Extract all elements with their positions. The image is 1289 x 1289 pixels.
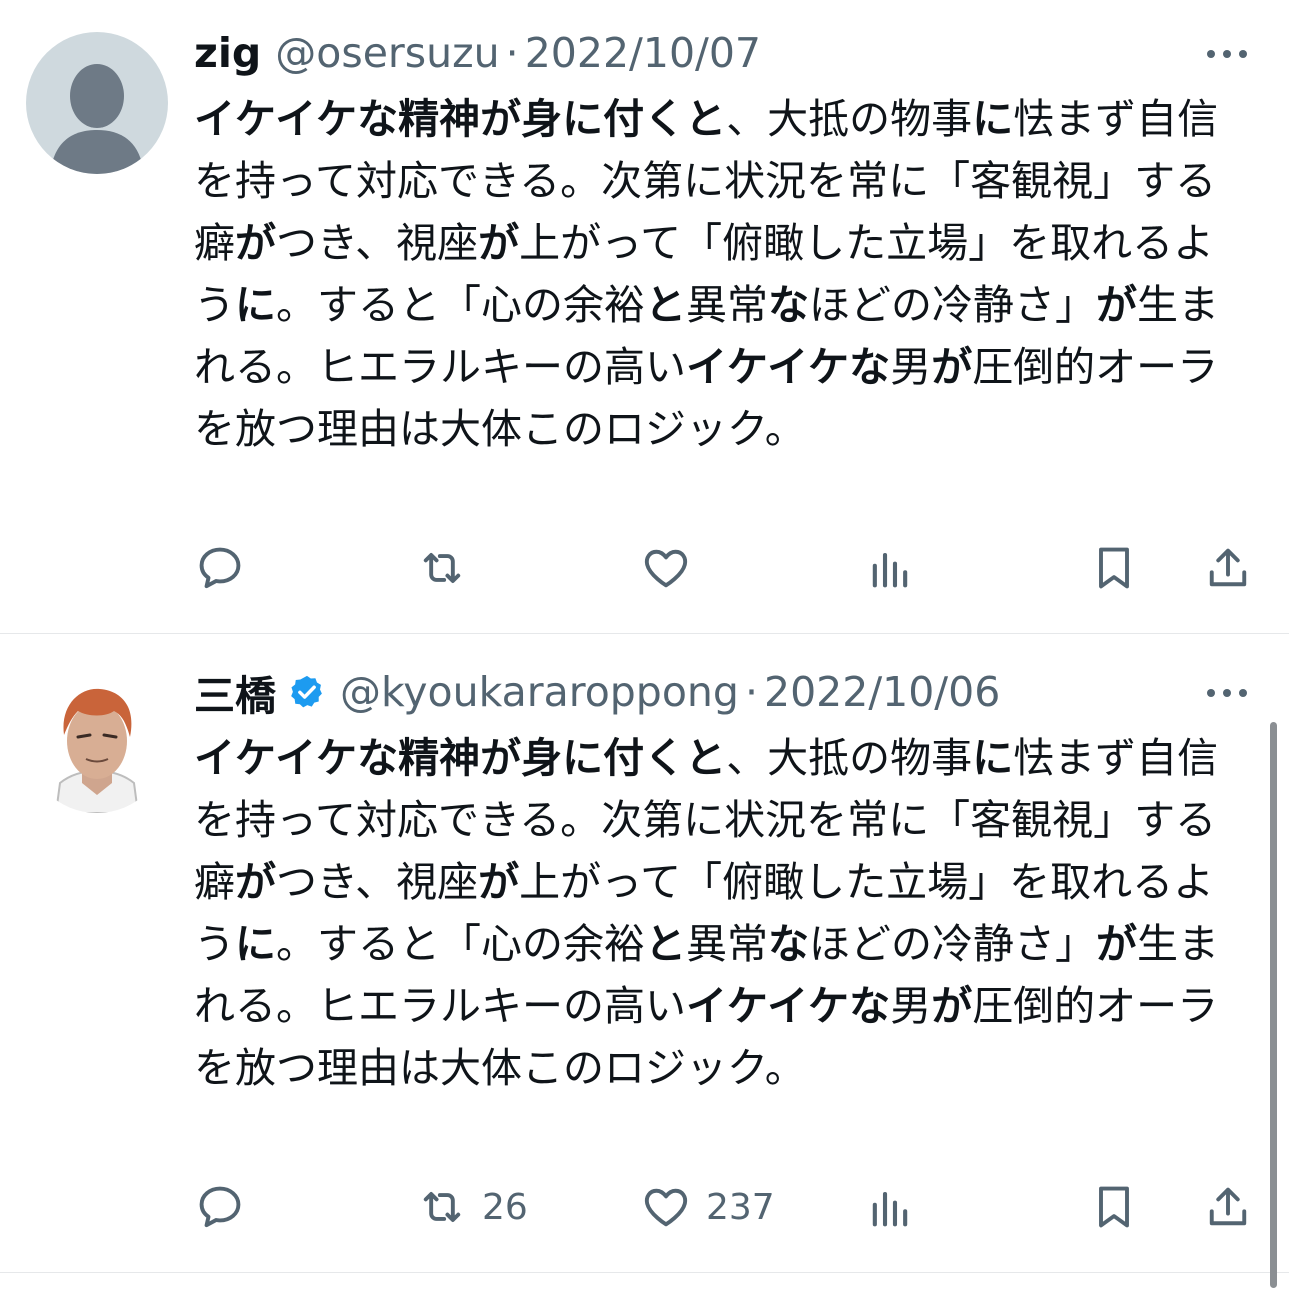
avatar[interactable]	[26, 671, 168, 813]
like-icon	[644, 549, 688, 588]
more-icon[interactable]	[1205, 683, 1249, 703]
tweet[interactable]: 三橋 @kyoukararoppong · 2022/10/06 イケイケな精神…	[0, 640, 1289, 1273]
like-count: 237	[706, 1186, 775, 1228]
tweet-text-run: 、大抵の物事	[726, 734, 973, 782]
tweet-text-bold-run: に	[235, 920, 276, 968]
tweet-text: イケイケな精神が身に付くと、大抵の物事に怯まず自信を持って対応できる。次第に状況…	[194, 727, 1234, 1099]
tweet-text-bold-run: が	[478, 858, 520, 906]
tweet-text-bold-run: イケイケな	[686, 343, 891, 391]
tweet-text-bold-run: が	[931, 343, 973, 391]
tweet-text-bold-run: が	[1096, 920, 1137, 968]
tweet-text-bold-run: が	[235, 858, 276, 906]
tweet-text-bold-run: に	[235, 281, 276, 329]
more-icon[interactable]	[1205, 44, 1249, 64]
views-icon	[872, 552, 908, 588]
separator: ·	[505, 29, 519, 77]
reply-button[interactable]	[194, 538, 260, 598]
reply-icon	[199, 1186, 241, 1228]
share-icon	[1209, 548, 1247, 587]
like-icon	[644, 1188, 688, 1227]
tweet[interactable]: zig @osersuzu · 2022/10/07 イケイケな精神が身に付くと…	[0, 0, 1289, 634]
tweet-text-bold-run: と	[645, 920, 686, 968]
retweet-button[interactable]	[416, 538, 482, 598]
tweet-text-bold-run: な	[768, 920, 809, 968]
tweet-text-bold-run: が	[478, 219, 520, 267]
tweet-text-bold-run: な	[768, 281, 809, 329]
tweet-text-bold-run: イケイケな	[686, 982, 891, 1030]
retweet-count: 26	[482, 1186, 528, 1228]
views-button[interactable]	[864, 538, 930, 598]
tweet-text-run: 異常	[686, 281, 768, 329]
like-button[interactable]: 237	[640, 1177, 775, 1237]
tweet-text-bold-run: イケイケな精神が身に付くと	[194, 734, 727, 782]
default-avatar-icon[interactable]	[26, 32, 168, 174]
author-handle[interactable]: @kyoukararoppong	[340, 668, 739, 716]
tweet-text-run: 男	[890, 982, 932, 1030]
author-name[interactable]: zig	[194, 29, 261, 77]
tweet-date[interactable]: 2022/10/06	[764, 668, 1000, 716]
author-name[interactable]: 三橋	[194, 662, 276, 722]
tweet-text-run: 異常	[686, 920, 768, 968]
action-bar	[190, 538, 1260, 598]
bookmark-icon	[1099, 547, 1129, 589]
tweet-date[interactable]: 2022/10/07	[525, 29, 761, 77]
tweet-text-bold-run: が	[931, 982, 973, 1030]
tweet-text-run: 男	[890, 343, 932, 391]
tweet-text-run: 、大抵の物事	[726, 95, 973, 143]
bookmark-button[interactable]	[1088, 538, 1140, 598]
verified-badge-icon	[288, 673, 326, 711]
action-bar: 26 237	[190, 1177, 1260, 1237]
tweet-text-bold-run: が	[1096, 281, 1137, 329]
retweet-icon	[423, 553, 461, 583]
views-button[interactable]	[864, 1177, 930, 1237]
tweet-header: 三橋 @kyoukararoppong · 2022/10/06	[194, 664, 1000, 720]
scrollbar[interactable]	[1270, 722, 1277, 1288]
tweet-text-run: ほどの冷静さ」	[809, 281, 1096, 329]
tweet-text-bold-run: が	[235, 219, 276, 267]
tweet-text-run: つき、視座	[276, 219, 479, 267]
share-button[interactable]	[1202, 1177, 1254, 1237]
retweet-button[interactable]: 26	[416, 1177, 528, 1237]
retweet-icon	[423, 1192, 461, 1222]
reply-icon	[199, 547, 241, 589]
bookmark-icon	[1099, 1186, 1129, 1228]
bookmark-button[interactable]	[1088, 1177, 1140, 1237]
author-handle[interactable]: @osersuzu	[275, 29, 499, 77]
share-button[interactable]	[1202, 538, 1254, 598]
share-icon	[1209, 1187, 1247, 1226]
tweet-text-run: 。すると「心の余裕	[276, 920, 645, 968]
tweet-text: イケイケな精神が身に付くと、大抵の物事に怯まず自信を持って対応できる。次第に状況…	[194, 88, 1234, 460]
tweet-text-bold-run: と	[645, 281, 686, 329]
tweet-text-bold-run: に	[972, 95, 1014, 143]
tweet-header: zig @osersuzu · 2022/10/07	[194, 25, 761, 81]
tweet-text-run: つき、視座	[276, 858, 479, 906]
reply-button[interactable]	[194, 1177, 260, 1237]
separator: ·	[744, 668, 758, 716]
tweet-text-bold-run: に	[972, 734, 1014, 782]
views-icon	[872, 1191, 908, 1227]
like-button[interactable]	[640, 538, 706, 598]
tweet-text-bold-run: イケイケな精神が身に付くと	[194, 95, 727, 143]
tweet-text-run: 。すると「心の余裕	[276, 281, 645, 329]
tweet-text-run: ほどの冷静さ」	[809, 920, 1096, 968]
